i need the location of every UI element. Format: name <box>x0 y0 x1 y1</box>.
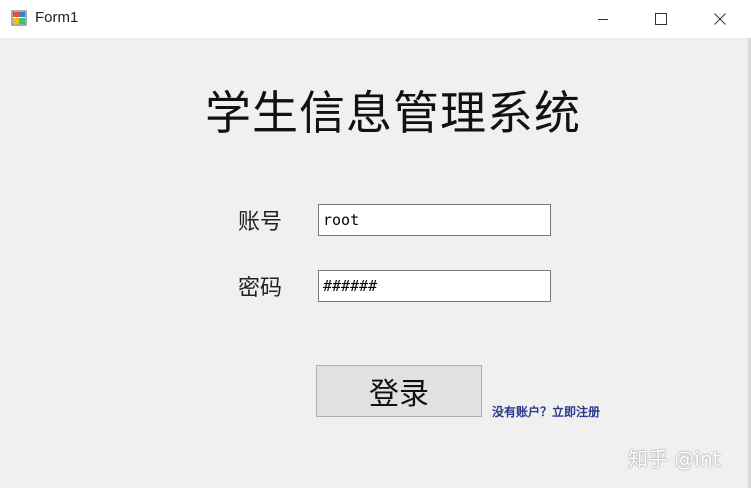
password-label: 密码 <box>238 276 283 301</box>
login-button[interactable]: 登录 <box>316 365 482 417</box>
close-button[interactable] <box>697 0 743 38</box>
close-icon <box>714 10 726 29</box>
account-label: 账号 <box>238 210 283 235</box>
account-input[interactable] <box>318 204 551 236</box>
title-bar: Form1 <box>0 0 751 38</box>
minimize-icon <box>597 10 609 29</box>
window-title: Form1 <box>35 9 79 26</box>
minimize-button[interactable] <box>580 0 626 38</box>
register-link[interactable]: 没有账户？立即注册 <box>492 403 600 420</box>
page-title: 学生信息管理系统 <box>205 86 581 140</box>
winforms-app-icon <box>11 10 27 26</box>
password-input[interactable] <box>318 270 551 302</box>
maximize-button[interactable] <box>638 0 684 38</box>
maximize-icon <box>655 10 667 29</box>
watermark: 知乎 @int <box>628 447 721 471</box>
